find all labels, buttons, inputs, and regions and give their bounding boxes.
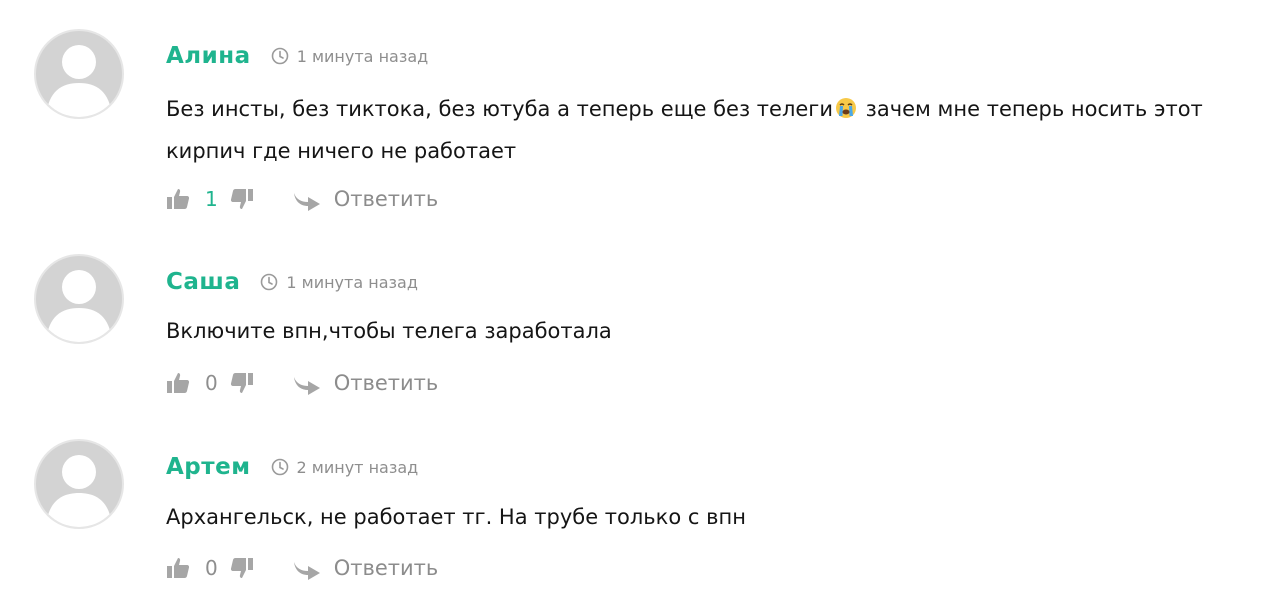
like-count: 1 <box>205 187 218 211</box>
thumbs-down-icon[interactable] <box>230 556 254 580</box>
comment-header: Алина 1 минута назад <box>166 40 428 72</box>
reply-label: Ответить <box>333 371 439 395</box>
reply-arrow-icon <box>292 187 322 211</box>
comment-time: 1 минута назад <box>296 46 429 66</box>
comment-actions: 0 Ответить <box>166 367 438 399</box>
avatar <box>34 439 124 529</box>
comment-header: Артем 2 минут назад <box>166 451 418 483</box>
clock-icon <box>260 273 278 291</box>
reply-button[interactable]: Ответить <box>292 371 439 395</box>
thumbs-down-icon[interactable] <box>230 371 254 395</box>
comment-header: Саша 1 минута назад <box>166 266 418 298</box>
reply-label: Ответить <box>333 187 439 211</box>
comment-text-part: Без инсты, без тиктока, без ютуба а тепе… <box>166 97 833 121</box>
thumbs-down-icon[interactable] <box>230 187 254 211</box>
comment-text: Без инсты, без тиктока, без ютуба а тепе… <box>166 88 1271 172</box>
comment-time: 2 минут назад <box>296 457 419 477</box>
thumbs-up-icon[interactable] <box>166 371 190 395</box>
comment: Саша 1 минута назад Включите впн,чтобы т… <box>0 225 1280 410</box>
like-count: 0 <box>205 556 218 580</box>
comment: Алина 1 минута назад Без инсты, без тикт… <box>0 0 1280 211</box>
clock-icon <box>271 47 289 65</box>
like-count: 0 <box>205 371 218 395</box>
comment: Артем 2 минут назад Архангельск, не рабо… <box>0 410 1280 595</box>
loudly-crying-face-emoji <box>835 91 857 118</box>
author-name[interactable]: Артем <box>166 454 251 480</box>
avatar <box>34 29 124 119</box>
clock-icon <box>271 458 289 476</box>
comment-text-part: Архангельск, не работает тг. На трубе то… <box>166 505 746 529</box>
reply-button[interactable]: Ответить <box>292 556 439 580</box>
thumbs-up-icon[interactable] <box>166 187 190 211</box>
thumbs-up-icon[interactable] <box>166 556 190 580</box>
reply-arrow-icon <box>292 371 322 395</box>
reply-button[interactable]: Ответить <box>292 187 439 211</box>
author-name[interactable]: Алина <box>166 43 251 69</box>
comment-text: Архангельск, не работает тг. На трубе то… <box>166 496 1271 538</box>
comment-actions: 0 Ответить <box>166 552 438 584</box>
reply-label: Ответить <box>333 556 439 580</box>
reply-arrow-icon <box>292 556 322 580</box>
author-name[interactable]: Саша <box>166 269 240 295</box>
avatar <box>34 254 124 344</box>
comment-text-part: Включите впн,чтобы телега заработала <box>166 319 612 343</box>
comment-text: Включите впн,чтобы телега заработала <box>166 310 1271 352</box>
comment-actions: 1 Ответить <box>166 183 438 215</box>
comment-time: 1 минута назад <box>286 272 418 292</box>
